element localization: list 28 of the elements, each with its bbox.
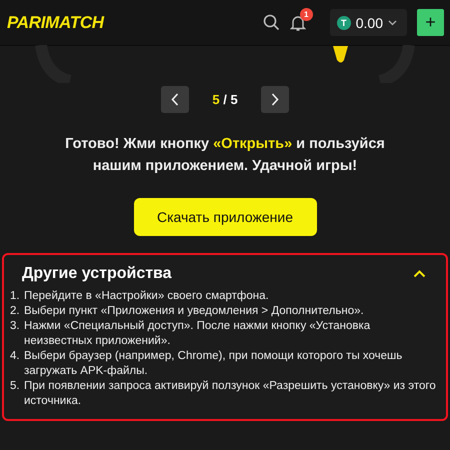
page-counter: 5 / 5 — [211, 92, 239, 107]
download-button[interactable]: Скачать приложение — [134, 198, 316, 236]
step-text: Перейдите в «Настройки» своего смартфона. — [24, 289, 269, 304]
balance-selector[interactable]: T 0.00 — [330, 9, 407, 36]
chevron-left-icon — [171, 93, 179, 106]
step-number: 5. — [10, 379, 21, 394]
bell-icon[interactable] — [290, 14, 306, 32]
next-button[interactable] — [261, 86, 289, 113]
step-text: Выбери браузер (например, Chrome), при помощи которого ты хочешь загружать APK-файлы. — [24, 349, 404, 379]
step-number: 4. — [10, 349, 21, 364]
step-number: 3. — [10, 319, 21, 334]
chevron-down-icon — [388, 20, 397, 26]
step-text: При появлении запроса активируй ползунок «Разрешить установку» из этого источника. — [24, 379, 437, 409]
step-text: Выбери пункт «Приложения и уведомления > Дополнительно». — [24, 304, 364, 319]
step-number: 2. — [10, 304, 21, 319]
logo[interactable]: PARIMATCH — [7, 12, 104, 32]
deposit-button[interactable]: + — [417, 9, 444, 36]
search-icon[interactable] — [262, 14, 280, 31]
success-message: Готово! Жми кнопку «Открыть» и пользуйся нашим приложением. Удачной игры! — [64, 135, 386, 176]
currency-icon: T — [336, 16, 351, 30]
chevron-right-icon — [271, 93, 279, 106]
notification-badge: 1 — [300, 8, 313, 20]
chevron-up-icon[interactable] — [413, 270, 426, 278]
panel-title: Другие устройства — [22, 265, 172, 283]
previous-button[interactable] — [161, 86, 189, 113]
step-text: Нажми «Специальный доступ». После нажми кнопку «Установка неизвестных приложений». — [24, 319, 372, 349]
balance-amount: 0.00 — [356, 14, 383, 30]
step-number: 1. — [10, 289, 21, 304]
